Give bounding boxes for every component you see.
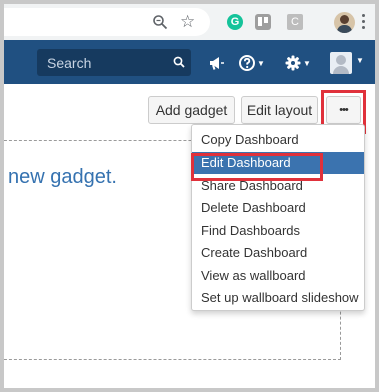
chevron-down-icon[interactable]: ▼ bbox=[356, 56, 364, 65]
chevron-down-icon: ▼ bbox=[303, 59, 311, 68]
menu-item-create-dashboard[interactable]: Create Dashboard bbox=[192, 242, 364, 264]
zoom-icon[interactable] bbox=[152, 14, 168, 30]
add-gadget-hint[interactable]: new gadget. bbox=[8, 166, 117, 189]
c-extension-icon[interactable]: C bbox=[287, 14, 303, 30]
annotation-highlight-edit bbox=[191, 153, 323, 181]
search-icon[interactable] bbox=[173, 56, 185, 68]
search-input[interactable] bbox=[37, 49, 167, 76]
browser-profile-avatar[interactable] bbox=[334, 12, 355, 33]
menu-item-find-dashboards[interactable]: Find Dashboards bbox=[192, 220, 364, 242]
menu-item-wallboard-slideshow[interactable]: Set up wallboard slideshow bbox=[192, 287, 364, 309]
chevron-down-icon: ▼ bbox=[257, 59, 265, 68]
grammarly-icon[interactable]: G bbox=[227, 14, 243, 30]
menu-item-copy-dashboard[interactable]: Copy Dashboard bbox=[192, 129, 364, 151]
search-box[interactable] bbox=[37, 49, 191, 76]
trello-icon[interactable] bbox=[255, 14, 271, 30]
browser-toolbar: ☆ G C bbox=[4, 4, 375, 40]
bookmark-star-icon[interactable]: ☆ bbox=[180, 13, 195, 31]
app-header: ▼ ▼ ▼ bbox=[4, 40, 375, 84]
help-icon[interactable]: ▼ bbox=[239, 54, 265, 72]
user-avatar[interactable] bbox=[330, 52, 352, 74]
menu-item-delete-dashboard[interactable]: Delete Dashboard bbox=[192, 197, 364, 219]
settings-gear-icon[interactable]: ▼ bbox=[285, 54, 311, 72]
menu-item-view-as-wallboard[interactable]: View as wallboard bbox=[192, 265, 364, 287]
screenshot-frame: ☆ G C ▼ bbox=[4, 4, 375, 388]
browser-menu-icon[interactable] bbox=[362, 14, 366, 32]
megaphone-icon[interactable] bbox=[208, 54, 226, 72]
add-gadget-button[interactable]: Add gadget bbox=[148, 96, 235, 124]
edit-layout-button[interactable]: Edit layout bbox=[241, 96, 318, 124]
